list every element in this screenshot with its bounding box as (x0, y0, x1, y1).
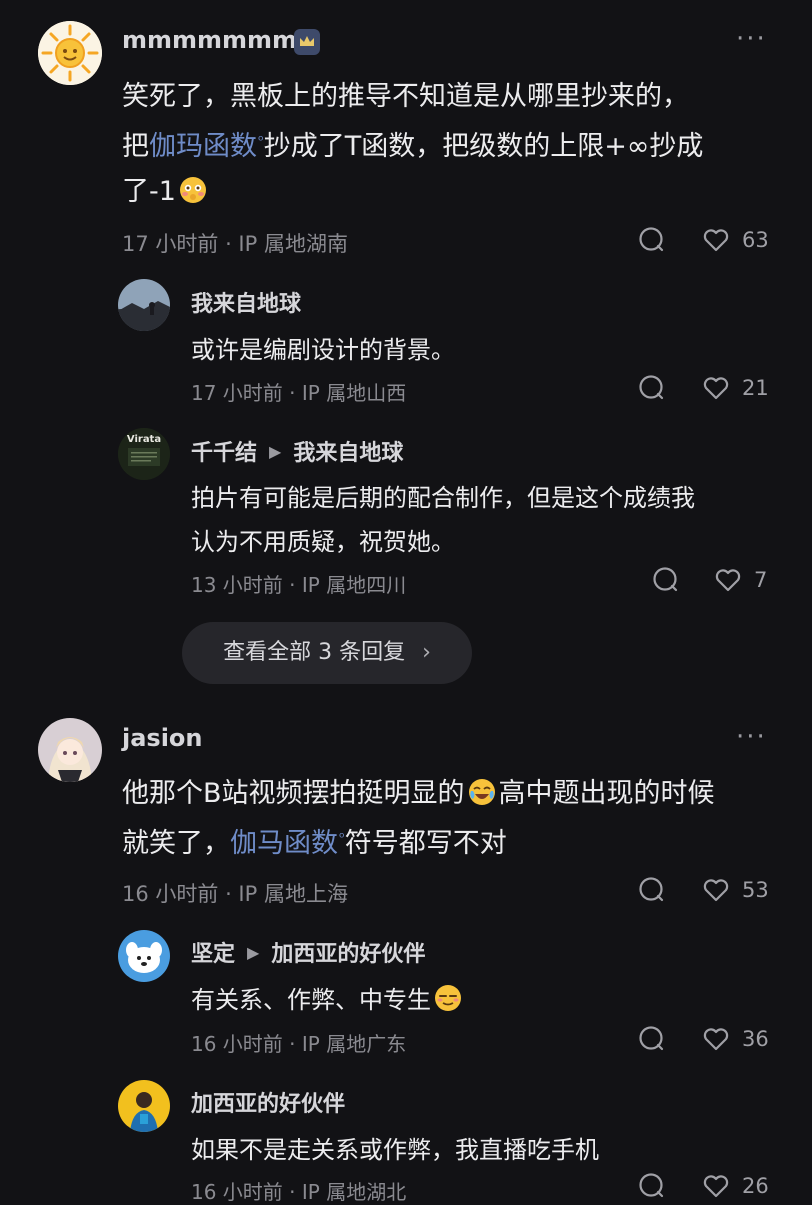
reply-icon[interactable] (638, 876, 666, 904)
reply-meta: 13 小时前 · IP 属地四川 (191, 573, 407, 597)
reply-icon[interactable] (652, 566, 680, 594)
reply-username: 千千结 ▶ 我来自地球 (191, 435, 403, 467)
comment-text: 他那个B站视频摆拍挺明显的 高中题出现的时候 就笑了，伽马函数ᵒ符号都写不对 (122, 771, 715, 866)
like-icon[interactable] (702, 374, 730, 402)
like-count: 63 (742, 228, 769, 252)
comment-meta: 17 小时前 · IP 属地湖南 (122, 232, 348, 256)
like-icon[interactable] (702, 1172, 730, 1200)
comment-text-line: 了-1 (122, 169, 703, 214)
reply-target[interactable]: 我来自地球 (293, 441, 403, 466)
search-link[interactable]: 伽玛函数 (149, 131, 257, 162)
reply-icon[interactable] (638, 226, 666, 254)
reply-author[interactable]: 坚定 (191, 942, 235, 967)
reply-icon[interactable] (638, 1025, 666, 1053)
reply-username[interactable]: 我来自地球 (191, 286, 301, 318)
avatar-anime[interactable] (38, 718, 102, 782)
reply-author[interactable]: 千千结 (191, 441, 257, 466)
comment-text-segment: 符号都写不对 (344, 828, 507, 859)
reply-to-arrow-icon: ▶ (269, 442, 282, 461)
crown-badge-icon (294, 29, 320, 55)
like-icon[interactable] (702, 1025, 730, 1053)
reply-icon[interactable] (638, 374, 666, 402)
reply-target[interactable]: 加西亚的好伙伴 (271, 942, 425, 967)
reply-text-line: 认为不用质疑，祝贺她。 (191, 528, 455, 556)
comment-text-segment: 就笑了， (122, 828, 230, 859)
comment-text-line: 就笑了，伽马函数ᵒ符号都写不对 (122, 816, 715, 866)
shy-emoji-icon (179, 177, 206, 203)
reply-icon[interactable] (638, 1172, 666, 1200)
like-count: 36 (742, 1027, 769, 1051)
reply-to-arrow-icon: ▶ (247, 943, 260, 962)
comment-text-segment: 了-1 (122, 176, 176, 207)
avatar-virata[interactable]: Virata (118, 428, 170, 480)
avatar-label: Virata (126, 434, 162, 445)
avatar-sun[interactable] (38, 21, 102, 85)
reply-meta: 16 小时前 · IP 属地湖北 (191, 1180, 407, 1204)
like-count: 21 (742, 376, 769, 400)
avatar-cartoon-dog[interactable] (118, 930, 170, 982)
view-all-replies-button[interactable]: 查看全部 3 条回复 › (182, 622, 472, 684)
avatar-landscape[interactable] (118, 279, 170, 331)
like-count: 53 (742, 878, 769, 902)
comment-text-segment: 他那个B站视频摆拍挺明显的 (122, 778, 465, 809)
like-icon[interactable] (702, 876, 730, 904)
comment-username[interactable]: jasion (122, 724, 203, 752)
reply-text: 有关系、作弊、中专生 (191, 978, 465, 1022)
reply-text-segment: 有关系、作弊、中专生 (191, 986, 431, 1014)
reply-username[interactable]: 加西亚的好伙伴 (191, 1086, 345, 1118)
view-all-label: 查看全部 3 条回复 (223, 640, 406, 665)
reply-text-line: 拍片有可能是后期的配合制作，但是这个成绩我 (191, 484, 695, 512)
more-options-button[interactable]: ··· (736, 24, 767, 54)
reply-username: 坚定 ▶ 加西亚的好伙伴 (191, 936, 425, 968)
like-count: 26 (742, 1174, 769, 1198)
chevron-right-icon: › (422, 640, 431, 665)
comment-text-line: 笑死了，黑板上的推导不知道是从哪里抄来的， (122, 81, 689, 112)
comment-text-line: 他那个B站视频摆拍挺明显的 高中题出现的时候 (122, 771, 715, 816)
smirk-emoji-icon (435, 985, 461, 1011)
more-options-button[interactable]: ··· (736, 722, 767, 752)
search-link[interactable]: 伽马函数 (230, 828, 338, 859)
reply-meta: 17 小时前 · IP 属地山西 (191, 381, 407, 405)
like-count: 7 (754, 568, 768, 592)
comment-text: 笑死了，黑板上的推导不知道是从哪里抄来的， 把伽玛函数ᵒ抄成了T函数，把级数的上… (122, 74, 703, 214)
avatar-person[interactable] (118, 1080, 170, 1132)
reply-text: 如果不是走关系或作弊，我直播吃手机 (191, 1136, 599, 1164)
comment-text-segment: 抄成了T函数，把级数的上限+∞抄成 (263, 131, 704, 162)
comment-text-segment: 高中题出现的时候 (498, 778, 715, 809)
like-icon[interactable] (714, 566, 742, 594)
reply-text: 或许是编剧设计的背景。 (191, 336, 455, 364)
comment-username[interactable]: mmmmmmm (122, 26, 297, 54)
comment-meta: 16 小时前 · IP 属地上海 (122, 882, 348, 906)
reply-text: 拍片有可能是后期的配合制作，但是这个成绩我 认为不用质疑，祝贺她。 (191, 476, 695, 564)
comment-text-segment: 把 (122, 131, 149, 162)
like-icon[interactable] (702, 226, 730, 254)
reply-meta: 16 小时前 · IP 属地广东 (191, 1032, 407, 1056)
comment-text-line: 把伽玛函数ᵒ抄成了T函数，把级数的上限+∞抄成 (122, 119, 703, 169)
laugh-cry-emoji-icon (468, 779, 495, 805)
